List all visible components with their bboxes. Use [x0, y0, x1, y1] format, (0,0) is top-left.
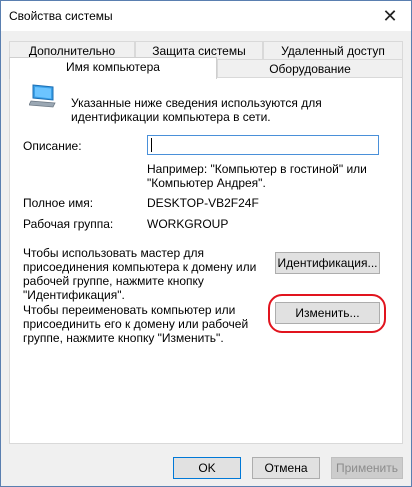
network-id-text: Чтобы использовать мастер для присоедине… [23, 246, 257, 302]
title-bar[interactable]: Свойства системы ✕ [1, 1, 411, 31]
description-input[interactable] [147, 135, 379, 155]
window-title: Свойства системы [9, 9, 113, 23]
example-text: Например: "Компьютер в гостиной" или "Ко… [147, 162, 367, 190]
workgroup-label: Рабочая группа: [23, 217, 114, 231]
tab-label: Оборудование [269, 62, 351, 76]
computer-monitor-icon [29, 84, 56, 108]
network-id-button[interactable]: Идентификация... [275, 252, 380, 274]
full-name-label: Полное имя: [23, 196, 94, 210]
tab-computer-name[interactable]: Имя компьютера [9, 57, 217, 79]
text-caret [151, 138, 152, 152]
system-properties-window: Свойства системы ✕ Дополнительно Защита … [0, 0, 412, 487]
full-name-value: DESKTOP-VB2F24F [147, 196, 259, 210]
red-highlight-circle [268, 294, 386, 333]
tab-label: Имя компьютера [66, 60, 160, 74]
tab-label: Удаленный доступ [281, 44, 385, 58]
description-label: Описание: [23, 139, 82, 153]
rename-text: Чтобы переименовать компьютер или присое… [23, 303, 249, 345]
workgroup-value: WORKGROUP [147, 217, 229, 231]
tab-hardware[interactable]: Оборудование [217, 59, 403, 79]
intro-text: Указанные ниже сведения используются для… [71, 96, 322, 124]
close-icon: ✕ [382, 5, 398, 26]
tab-label: Дополнительно [28, 44, 116, 58]
tab-label: Защита системы [152, 44, 246, 58]
ok-button[interactable]: OK [173, 457, 241, 479]
cancel-button[interactable]: Отмена [252, 457, 320, 479]
close-button[interactable]: ✕ [369, 1, 411, 31]
apply-button[interactable]: Применить [331, 457, 403, 479]
tab-remote-access[interactable]: Удаленный доступ [263, 41, 403, 61]
